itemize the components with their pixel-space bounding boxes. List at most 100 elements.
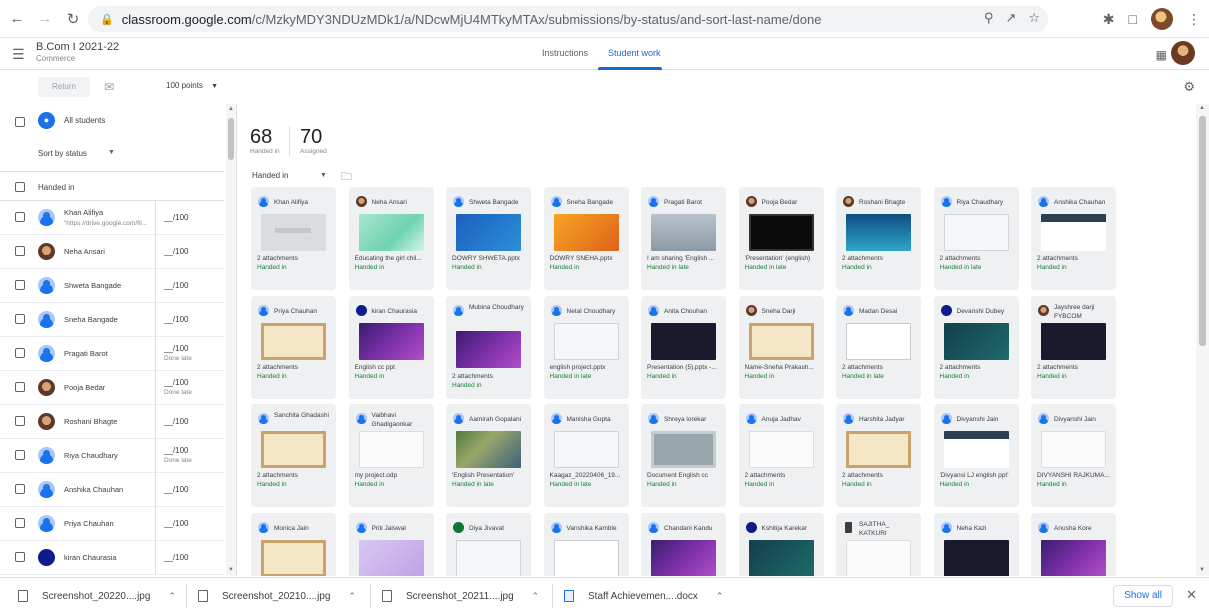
student-row[interactable]: Shweta Bangade __/100 (0, 269, 224, 303)
attachment-thumbnail[interactable] (943, 431, 1009, 468)
download-item[interactable]: Staff Achievemen....docx ⌃ (564, 587, 723, 605)
main-scrollbar[interactable]: ▲ ▼ (1196, 104, 1209, 576)
reload-icon[interactable]: ↻ (62, 8, 84, 30)
grade-input[interactable]: __/100 (164, 213, 188, 222)
submission-card[interactable]: Sneha Bangade DOWRY SNEHA.pptx Handed in (543, 187, 629, 290)
address-bar[interactable]: 🔒 classroom.google.com/c/MzkyMDY3NDUzMDk… (88, 6, 1048, 32)
student-checkbox[interactable] (15, 212, 25, 222)
student-checkbox[interactable] (15, 348, 25, 358)
submission-card[interactable]: Netal Choudhary english project.pptx Hande… (543, 295, 629, 399)
submission-card[interactable]: Anshika Chauhan 2 attachments Handed in (1031, 187, 1116, 290)
submission-card[interactable]: Divyanshi Jain 'Divyansi LJ english ppt' H… (933, 404, 1019, 507)
chevron-up-icon[interactable]: ⌃ (168, 591, 176, 602)
return-button[interactable]: Return (38, 77, 90, 97)
student-row[interactable]: Roshani Bhagte __/100 (0, 405, 224, 439)
attachment-thumbnail[interactable] (553, 539, 619, 576)
section-checkbox[interactable] (15, 182, 25, 192)
student-checkbox[interactable] (15, 484, 25, 494)
chevron-up-icon[interactable]: ⌃ (716, 591, 724, 602)
attachment-thumbnail[interactable] (456, 330, 521, 368)
account-avatar[interactable] (1171, 41, 1195, 65)
submission-card[interactable]: Aamirah Gopalani 'English Presentation' Ha… (446, 404, 531, 507)
tab-instructions[interactable]: Instructions (542, 48, 588, 58)
attachment-thumbnail[interactable] (1041, 322, 1106, 360)
submission-card[interactable]: Harshita Jadyar 2 attachments Handed in (836, 404, 921, 507)
submission-card[interactable]: Vaibhavi Ghadigaonkar my project.odp Hande… (348, 404, 434, 507)
attachment-thumbnail[interactable] (358, 539, 424, 576)
student-checkbox[interactable] (15, 246, 25, 256)
grade-input[interactable]: __/100 (164, 247, 188, 256)
grade-input[interactable]: __/100 (164, 378, 188, 387)
chevron-down-icon[interactable]: ▼ (108, 149, 115, 156)
student-checkbox[interactable] (15, 518, 25, 528)
attachment-thumbnail[interactable] (748, 431, 814, 468)
grade-input[interactable]: __/100 (164, 281, 188, 290)
scrollbar-thumb[interactable] (1199, 116, 1206, 346)
select-all-checkbox[interactable] (15, 117, 25, 127)
attachment-thumbnail[interactable] (456, 539, 521, 576)
grade-input[interactable]: __/100 (164, 446, 188, 455)
submission-card[interactable]: kiran Chaurasia English cc ppt Handed in (348, 295, 434, 399)
attachment-thumbnail[interactable] (261, 214, 326, 251)
attachment-thumbnail[interactable] (358, 214, 424, 251)
student-row[interactable]: Riya Chaudhary __/100 Done late (0, 439, 224, 473)
attachment-thumbnail[interactable] (261, 539, 326, 576)
submission-card[interactable]: Priya Chauhan 2 attachments Handed in (251, 295, 336, 399)
attachment-thumbnail[interactable] (748, 214, 814, 251)
submission-card[interactable]: Anusha Kore (1031, 512, 1116, 576)
attachment-thumbnail[interactable] (1041, 214, 1106, 251)
submission-card[interactable]: Madan Desai 2 attachments Handed in late (836, 295, 921, 399)
student-row[interactable]: Neha Ansari __/100 (0, 235, 224, 269)
submission-card[interactable]: Neha Kazi (933, 512, 1019, 576)
student-checkbox[interactable] (15, 552, 25, 562)
browser-profile-avatar[interactable] (1151, 8, 1173, 30)
google-apps-icon[interactable]: ▦ (1156, 48, 1167, 62)
submission-card[interactable]: Jayshree darji FYBCOM 2 attachments Handed… (1031, 295, 1116, 399)
extensions-icon[interactable]: ✱ (1103, 11, 1115, 28)
student-row[interactable]: Pooja Bedar __/100 Done late (0, 371, 224, 405)
submission-card[interactable]: Shweta Bangade DOWRY SHWETA.pptx Handed in (446, 187, 531, 290)
download-item[interactable]: Screenshot_20220....jpg ⌃ (18, 587, 176, 605)
student-list-scrollbar[interactable]: ▲ ▼ (226, 104, 236, 576)
submission-card[interactable]: Priti Jaiswal (348, 512, 434, 576)
submission-card[interactable]: Sanchita Ghadashi 2 attachments Handed in (251, 404, 336, 507)
attachment-thumbnail[interactable] (261, 322, 326, 360)
submission-card[interactable]: Khan Alifiya 2 attachments Handed in (251, 187, 336, 290)
download-item[interactable]: Screenshot_20210....jpg ⌃ (198, 587, 356, 605)
submission-card[interactable]: Kshitija Karekar (738, 512, 824, 576)
search-icon[interactable]: ⚲ (984, 10, 994, 26)
grade-input[interactable]: __/100 (164, 485, 188, 494)
student-checkbox[interactable] (15, 280, 25, 290)
attachment-thumbnail[interactable] (456, 431, 521, 468)
folder-icon[interactable]: 🗀 (341, 168, 352, 187)
attachment-thumbnail[interactable] (553, 322, 619, 360)
student-row[interactable]: Anshika Chauhan __/100 (0, 473, 224, 507)
student-row[interactable]: Khan Alifiya "https://drive.google.com/fi… (0, 201, 224, 235)
attachment-thumbnail[interactable] (651, 431, 716, 468)
student-row[interactable]: kiran Chaurasia __/100 (0, 541, 224, 575)
submission-card[interactable]: Shreya lorekar Document English cc Handed … (641, 404, 726, 507)
student-row[interactable]: Sneha Bangade __/100 (0, 303, 224, 337)
attachment-thumbnail[interactable] (456, 214, 521, 251)
student-checkbox[interactable] (15, 314, 25, 324)
student-checkbox[interactable] (15, 416, 25, 426)
attachment-thumbnail[interactable] (1041, 431, 1106, 468)
grade-input[interactable]: __/100 (164, 315, 188, 324)
submission-card[interactable]: Pragati Barot I am sharing 'English ... Ha… (641, 187, 726, 290)
submission-card[interactable]: Anita Chouhan Presentation (5).pptx -... H… (641, 295, 726, 399)
attachment-thumbnail[interactable] (748, 322, 814, 360)
scrollbar-thumb[interactable] (228, 118, 234, 160)
submission-card[interactable]: Monica Jain (251, 512, 336, 576)
grade-input[interactable]: __/100 (164, 344, 188, 353)
attachment-thumbnail[interactable] (1041, 539, 1106, 576)
tab-window-icon[interactable]: □ (1129, 11, 1137, 27)
chevron-down-icon[interactable]: ▼ (320, 172, 327, 179)
attachment-thumbnail[interactable] (748, 539, 814, 576)
submission-card[interactable]: SAJITHA_ KATKURI (836, 512, 921, 576)
download-item[interactable]: Screenshot_20211....jpg ⌃ (382, 587, 539, 605)
show-all-button[interactable]: Show all (1113, 585, 1173, 607)
grade-input[interactable]: __/100 (164, 553, 188, 562)
close-icon[interactable]: ✕ (1186, 587, 1197, 603)
submission-card[interactable]: Divyanshi Jain DIVYANSHI RAJKUMA... Handed… (1031, 404, 1116, 507)
submission-card[interactable]: Neha Ansari Educating the girl chil... Han… (348, 187, 434, 290)
